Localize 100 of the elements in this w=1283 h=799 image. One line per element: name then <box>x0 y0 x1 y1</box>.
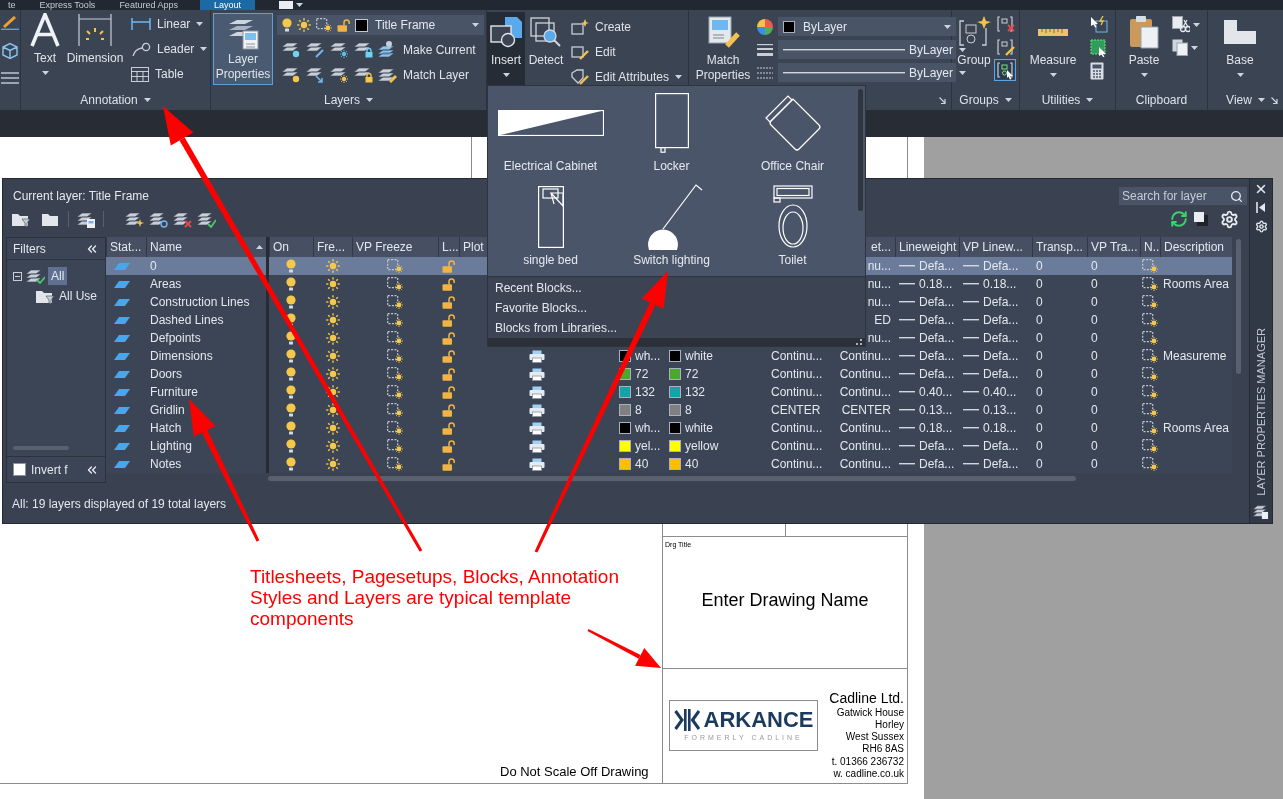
dashed-square-sun-icon[interactable] <box>387 349 403 363</box>
lightbulb-icon[interactable] <box>286 403 296 417</box>
layer-cross-icon[interactable] <box>172 210 192 228</box>
column-header[interactable]: Plot <box>463 237 484 257</box>
lightbulb-icon[interactable] <box>286 385 296 399</box>
ribbon-button[interactable]: Edit <box>571 42 683 62</box>
lightbulb-icon[interactable] <box>286 457 296 471</box>
block-item[interactable]: Locker <box>611 89 732 183</box>
minus-box-icon[interactable] <box>13 271 22 281</box>
padlock-icon[interactable] <box>442 349 455 363</box>
dashed-square-sun-icon[interactable] <box>387 259 403 273</box>
dashed-square-sun-icon[interactable] <box>1142 277 1158 291</box>
dashed-square-sun-icon[interactable] <box>1142 259 1158 273</box>
padlock-icon[interactable] <box>442 277 455 291</box>
copy-icon[interactable] <box>1172 39 1188 56</box>
scrollbar[interactable] <box>1236 239 1241 374</box>
column-header[interactable]: N.. <box>1144 237 1157 257</box>
ribbon-button[interactable]: Leader <box>131 39 208 59</box>
diagonal-arrow-icon[interactable] <box>939 97 946 104</box>
printer-icon[interactable] <box>529 367 545 381</box>
layer-lock-icon[interactable] <box>353 66 373 83</box>
lightbulb-icon[interactable] <box>286 295 296 309</box>
arrow-to-bar-icon[interactable] <box>1256 202 1266 213</box>
group-cross-icon[interactable] <box>994 13 1016 35</box>
dashed-square-sun-icon[interactable] <box>1142 295 1158 309</box>
dashed-square-sun-icon[interactable] <box>387 331 403 345</box>
layer-sun-icon[interactable] <box>329 66 349 83</box>
layer-row[interactable]: Doors 72 72 Continu... Continu... Defa... Defa... 0 0 <box>106 365 1232 383</box>
padlock-icon[interactable] <box>442 367 455 381</box>
ribbon-button[interactable]: Text <box>27 10 63 84</box>
layer-row[interactable]: Dimensions wh... white Continu... Continu... Defa... Defa... 0 0 Measureme <box>106 347 1232 365</box>
list-icon[interactable] <box>1 72 19 84</box>
select-all-icon[interactable] <box>1090 39 1108 57</box>
ribbon-button[interactable]: Measure <box>1026 12 1080 80</box>
ribbon-tab[interactable]: Layout <box>199 0 255 10</box>
dashed-square-sun-icon[interactable] <box>387 277 403 291</box>
ribbon-button[interactable]: Paste <box>1124 12 1164 77</box>
search-icon[interactable] <box>1230 189 1243 203</box>
dashed-square-sun-icon[interactable] <box>1142 421 1158 435</box>
cursor-lightning-icon[interactable] <box>1090 16 1108 34</box>
dashed-square-sun-icon[interactable] <box>387 295 403 309</box>
padlock-icon[interactable] <box>442 313 455 327</box>
dashed-square-sun-icon[interactable] <box>387 403 403 417</box>
column-header[interactable]: Fre... <box>317 237 349 257</box>
block-item[interactable]: Toilet <box>732 182 853 276</box>
checkbox[interactable] <box>13 463 26 476</box>
scrollbar[interactable] <box>857 89 863 211</box>
padlock-icon[interactable] <box>442 457 455 471</box>
padlock-icon[interactable] <box>442 331 455 345</box>
block-item[interactable]: Electrical Cabinet <box>490 89 611 183</box>
block-item[interactable]: Switch lighting <box>611 182 732 276</box>
dashed-square-sun-icon[interactable] <box>1142 385 1158 399</box>
panel-title[interactable]: Layers <box>324 91 373 109</box>
column-header[interactable]: Transp... <box>1036 237 1084 257</box>
panel-title[interactable]: Groups <box>959 91 1012 109</box>
ribbon-button[interactable]: Edit Attributes <box>571 67 683 87</box>
dashed-square-sun-icon[interactable] <box>1142 403 1158 417</box>
layer-sun-icon[interactable] <box>329 41 349 58</box>
layer-row[interactable]: Hatch wh... white Continu... Continu... 0.18... 0.18... 0 0 Rooms Area <box>106 419 1232 437</box>
menu-item[interactable]: Favorite Blocks... <box>495 297 858 318</box>
settings-icon[interactable] <box>1220 209 1239 229</box>
ribbon-button[interactable]: Base <box>1220 12 1260 77</box>
calculator-icon[interactable] <box>1090 62 1104 80</box>
dashed-square-sun-icon[interactable] <box>1142 367 1158 381</box>
dashed-square-sun-icon[interactable] <box>1142 313 1158 327</box>
column-header[interactable]: L... <box>442 237 456 257</box>
block-item[interactable]: single bed <box>490 182 611 276</box>
column-header[interactable]: Name <box>150 237 263 257</box>
column-header[interactable]: VP Freeze <box>356 237 435 257</box>
printer-icon[interactable] <box>529 457 545 471</box>
layer-pencil-icon[interactable] <box>305 41 325 58</box>
dashed-square-sun-icon[interactable] <box>387 313 403 327</box>
group-cursor-icon[interactable] <box>994 59 1016 81</box>
sun-icon[interactable] <box>325 457 340 471</box>
settings-icon[interactable] <box>1254 220 1268 233</box>
layer-check-icon[interactable] <box>25 267 45 285</box>
layer-star-icon[interactable] <box>124 210 144 228</box>
ribbon-button[interactable]: Detect <box>525 12 567 87</box>
column-header[interactable]: VP Tra... <box>1091 237 1137 257</box>
lightbulb-icon[interactable] <box>286 367 296 381</box>
ribbon-button[interactable]: Create <box>571 17 683 37</box>
ribbon-tab[interactable]: Featured Apps <box>111 0 186 10</box>
sun-icon[interactable] <box>325 331 340 345</box>
padlock-icon[interactable] <box>442 385 455 399</box>
layer-dropdown[interactable]: Title Frame <box>277 15 484 35</box>
layer-properties-button[interactable]: Layer Properties <box>213 13 273 85</box>
sun-icon[interactable] <box>325 349 340 363</box>
lightbulb-icon[interactable] <box>286 349 296 363</box>
sun-icon[interactable] <box>325 313 340 327</box>
refresh-icon[interactable] <box>1170 210 1188 228</box>
dashed-square-sun-icon[interactable] <box>387 367 403 381</box>
padlock-icon[interactable] <box>442 295 455 309</box>
close-icon[interactable] <box>1254 182 1268 196</box>
column-header[interactable]: Lineweight <box>899 237 956 257</box>
panel-title[interactable]: View <box>1226 91 1265 109</box>
padlock-icon[interactable] <box>442 421 455 435</box>
column-header[interactable]: Stat... <box>110 237 143 257</box>
column-header[interactable]: et... <box>871 237 891 257</box>
tree-item[interactable]: All Use <box>58 287 98 305</box>
sun-icon[interactable] <box>325 367 340 381</box>
